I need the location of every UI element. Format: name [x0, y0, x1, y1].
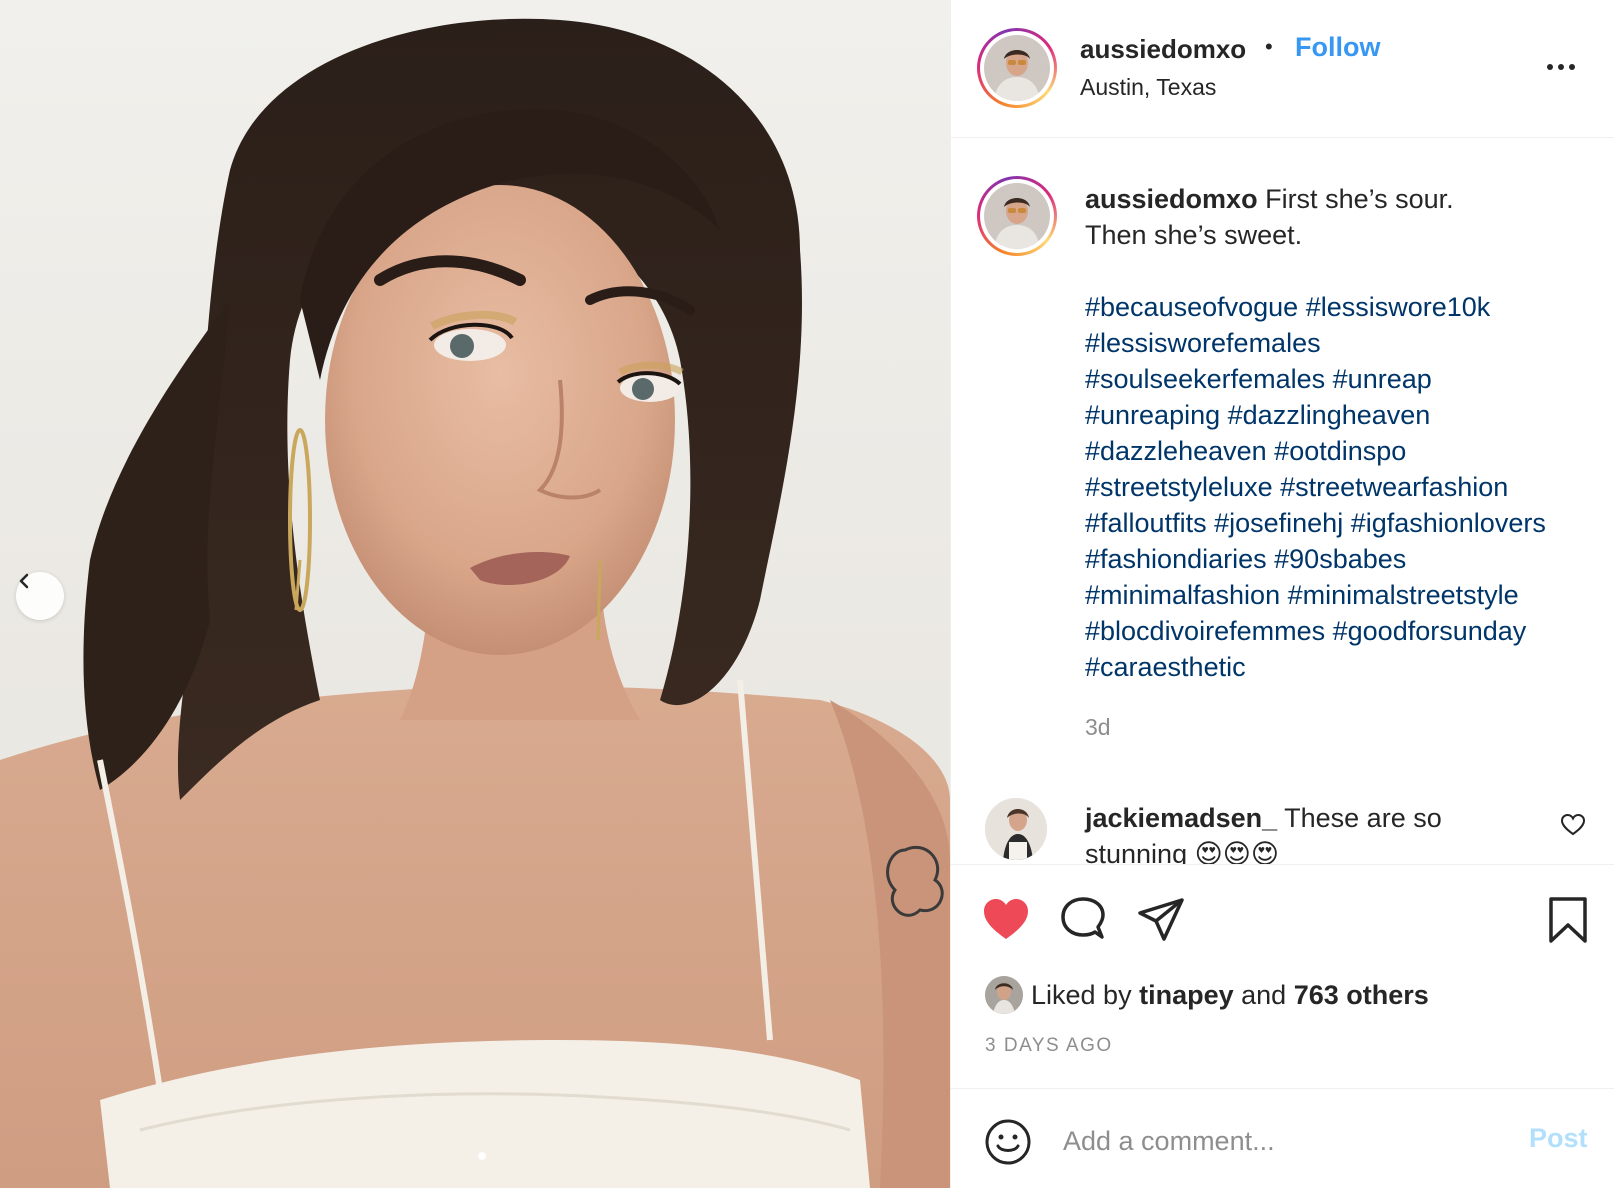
- hashtag[interactable]: #streetstyleluxe: [1085, 472, 1273, 502]
- likes-count[interactable]: 763 others: [1294, 980, 1429, 1011]
- caption-time: 3d: [1085, 714, 1111, 740]
- hashtag[interactable]: #goodforsunday: [1333, 616, 1527, 646]
- emoji-smiley-icon[interactable]: [983, 1117, 1033, 1167]
- caption-username[interactable]: aussiedomxo: [1085, 184, 1258, 214]
- liker-avatar[interactable]: [985, 976, 1023, 1014]
- caption-avatar-image: [984, 183, 1050, 249]
- hashtag[interactable]: #dazzleheaven: [1085, 436, 1267, 466]
- hashtag[interactable]: #lessiswore10k: [1306, 292, 1491, 322]
- hashtag[interactable]: #ootdinspo: [1274, 436, 1406, 466]
- commenter-avatar-image: [985, 798, 1047, 860]
- author-avatar-image: [984, 35, 1050, 101]
- post-photo[interactable]: [0, 0, 950, 1188]
- post-comment-button[interactable]: Post: [1529, 1123, 1588, 1154]
- more-options-icon[interactable]: [1543, 52, 1579, 82]
- liker-username[interactable]: tinapey: [1139, 980, 1234, 1011]
- portrait-illustration: [0, 18, 950, 1188]
- commenter-avatar[interactable]: [985, 798, 1047, 860]
- caption-line-2: Then she’s sweet.: [1085, 220, 1303, 250]
- hashtag[interactable]: #unreaping: [1085, 400, 1220, 430]
- like-heart-icon[interactable]: [981, 895, 1031, 943]
- chevron-left-icon: [19, 573, 29, 589]
- post-details-panel: aussiedomxo • Follow Austin, Texas aussi…: [950, 0, 1614, 1188]
- add-comment-bar: Post: [951, 1088, 1614, 1188]
- hashtag[interactable]: #lessisworefemales: [1085, 328, 1321, 358]
- hashtag[interactable]: #falloutfits: [1085, 508, 1207, 538]
- hashtag[interactable]: #fashiondiaries: [1085, 544, 1267, 574]
- likes-and: and: [1241, 979, 1287, 1010]
- hashtag[interactable]: #josefinehj: [1214, 508, 1343, 538]
- likes-prefix: Liked by: [1031, 979, 1132, 1010]
- author-avatar[interactable]: [977, 28, 1057, 108]
- hashtag[interactable]: #blocdivoirefemmes: [1085, 616, 1325, 646]
- comment-input[interactable]: [1063, 1117, 1483, 1165]
- hashtag[interactable]: #unreap: [1333, 364, 1432, 394]
- share-paper-plane-icon[interactable]: [1136, 895, 1186, 945]
- hashtag[interactable]: #dazzlingheaven: [1228, 400, 1431, 430]
- caption-author-avatar[interactable]: [977, 176, 1057, 256]
- hashtag[interactable]: #igfashionlovers: [1351, 508, 1546, 538]
- header-separator: •: [1265, 34, 1273, 59]
- hashtag[interactable]: #becauseofvogue: [1085, 292, 1298, 322]
- post-actions-section: Liked by tinapey and 763 others 3 DAYS A…: [951, 864, 1614, 1088]
- author-username[interactable]: aussiedomxo: [1080, 34, 1246, 65]
- likes-summary: Liked by tinapey and 763 others: [985, 975, 1429, 1015]
- hashtag-list: #becauseofvogue #lessiswore10k #lessiswo…: [1085, 289, 1605, 685]
- liker-avatar-image: [985, 976, 1023, 1014]
- comment-text: jackiemadsen_ These are so stunning 😍😍😍: [1085, 800, 1515, 864]
- comments-scroll-area[interactable]: aussiedomxo First she’s sour. Then she’s…: [951, 138, 1614, 864]
- post-location[interactable]: Austin, Texas: [1080, 74, 1216, 101]
- hashtag[interactable]: #streetwearfashion: [1280, 472, 1508, 502]
- like-comment-heart-icon[interactable]: [1560, 812, 1586, 838]
- comment-bubble-icon[interactable]: [1058, 895, 1108, 945]
- hashtag[interactable]: #90sbabes: [1274, 544, 1406, 574]
- save-bookmark-icon[interactable]: [1547, 895, 1589, 945]
- hashtag[interactable]: #minimalstreetstyle: [1288, 580, 1519, 610]
- hashtag[interactable]: #minimalfashion: [1085, 580, 1280, 610]
- hashtag[interactable]: #caraesthetic: [1085, 652, 1246, 682]
- post-header: aussiedomxo • Follow Austin, Texas: [951, 0, 1614, 138]
- comment-item: jackiemadsen_ These are so stunning 😍😍😍: [951, 768, 1614, 864]
- caption-line-1: First she’s sour.: [1265, 184, 1454, 214]
- carousel-prev-button[interactable]: [16, 572, 64, 620]
- post-caption: aussiedomxo First she’s sour. Then she’s…: [1085, 181, 1605, 745]
- follow-button[interactable]: Follow: [1295, 32, 1380, 63]
- commenter-username[interactable]: jackiemadsen_: [1085, 803, 1277, 833]
- hashtag[interactable]: #soulseekerfemales: [1085, 364, 1325, 394]
- post-timestamp[interactable]: 3 DAYS AGO: [985, 1035, 1113, 1057]
- carousel-indicator-dot: [478, 1152, 486, 1160]
